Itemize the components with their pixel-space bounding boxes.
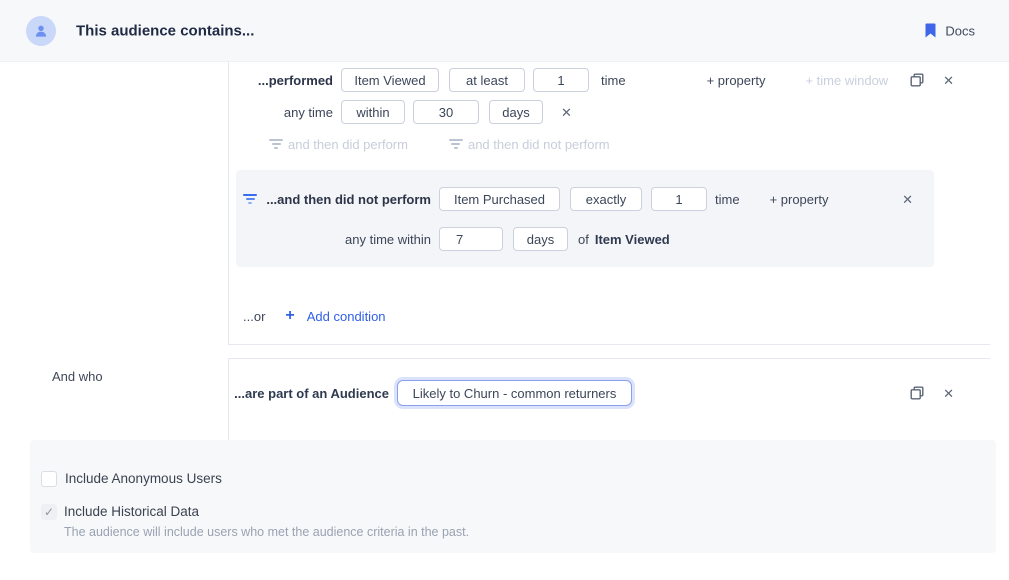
- include-anonymous-option[interactable]: Include Anonymous Users: [41, 471, 222, 487]
- close-icon[interactable]: ✕: [902, 193, 913, 206]
- historical-text-group: Include Historical Data The audience wil…: [64, 504, 469, 539]
- header: This audience contains... Docs: [0, 0, 1009, 62]
- subcondition-row1: ...and then did not perform Item Purchas…: [236, 170, 934, 211]
- time-window-row: any time within days ✕: [229, 100, 990, 124]
- subcondition-row2: any time within days of Item Viewed: [236, 227, 934, 251]
- avatar: [26, 16, 56, 46]
- filter-icon: [269, 139, 283, 149]
- include-historical-label: Include Historical Data: [64, 504, 469, 520]
- audience-select-input[interactable]: [397, 380, 632, 406]
- window-unit-select[interactable]: days: [489, 100, 543, 124]
- bookmark-icon: [925, 24, 936, 38]
- include-historical-description: The audience will include users who met …: [64, 525, 469, 539]
- checkbox-unchecked-icon[interactable]: [41, 471, 57, 487]
- of-label: of: [578, 232, 589, 247]
- count-input[interactable]: [533, 68, 589, 92]
- audience-condition-card: ...are part of an Audience ✕: [228, 358, 990, 440]
- audience-row-label: ...are part of an Audience: [229, 386, 389, 401]
- close-icon[interactable]: ✕: [943, 387, 954, 400]
- subcondition-block: ...and then did not perform Item Purchas…: [236, 170, 934, 267]
- or-row: ...or + Add condition: [229, 308, 990, 324]
- of-event: Item Viewed: [595, 232, 670, 247]
- add-time-window-button: + time window: [805, 73, 888, 88]
- sequence-option-label: and then did perform: [288, 137, 408, 152]
- close-icon[interactable]: ✕: [561, 106, 572, 119]
- duplicate-icon[interactable]: [910, 386, 924, 400]
- or-label: ...or: [243, 309, 265, 324]
- sub-window-unit-select[interactable]: days: [513, 227, 568, 251]
- add-property-button[interactable]: + property: [707, 73, 766, 88]
- person-icon: [33, 23, 49, 39]
- audience-row: ...are part of an Audience ✕: [229, 380, 990, 406]
- add-condition-button[interactable]: Add condition: [307, 309, 386, 324]
- time-window-label: any time: [229, 105, 333, 120]
- sub-count-input[interactable]: [651, 187, 707, 211]
- and-who-label: And who: [52, 369, 103, 384]
- window-value-input[interactable]: [413, 100, 479, 124]
- sequence-option-label: and then did not perform: [468, 137, 610, 152]
- performed-row: ...performed Item Viewed at least time +…: [229, 68, 990, 92]
- filter-icon: [449, 139, 463, 149]
- checkmark-icon[interactable]: ✓: [41, 504, 57, 520]
- docs-label: Docs: [945, 23, 975, 38]
- add-property-button[interactable]: + property: [770, 192, 829, 207]
- subcondition-label: ...and then did not perform: [266, 192, 431, 207]
- row-actions: ✕: [910, 386, 954, 400]
- include-anonymous-label: Include Anonymous Users: [65, 471, 222, 487]
- sub-time-label: any time within: [236, 232, 431, 247]
- sub-operator-select[interactable]: exactly: [570, 187, 642, 211]
- count-suffix: time: [601, 73, 626, 88]
- sub-event-select[interactable]: Item Purchased: [439, 187, 560, 211]
- sub-count-suffix: time: [715, 192, 740, 207]
- operator-select[interactable]: at least: [449, 68, 525, 92]
- docs-link[interactable]: Docs: [925, 23, 975, 38]
- page-title: This audience contains...: [76, 22, 254, 39]
- add-then-did-not-perform[interactable]: and then did not perform: [449, 137, 610, 152]
- sequence-options-row: and then did perform and then did not pe…: [229, 136, 990, 152]
- close-icon[interactable]: ✕: [943, 74, 954, 87]
- performed-label: ...performed: [229, 73, 333, 88]
- options-panel: Include Anonymous Users ✓ Include Histor…: [30, 440, 996, 553]
- duplicate-icon[interactable]: [910, 73, 924, 87]
- condition-card: ...performed Item Viewed at least time +…: [228, 62, 990, 345]
- include-historical-option[interactable]: ✓ Include Historical Data The audience w…: [41, 504, 469, 539]
- sub-window-value-input[interactable]: [439, 227, 503, 251]
- plus-icon[interactable]: +: [285, 308, 294, 324]
- subcondition-label-group: ...and then did not perform: [236, 192, 431, 207]
- row-actions: ✕: [910, 73, 954, 87]
- add-then-did-perform[interactable]: and then did perform: [269, 137, 408, 152]
- within-select[interactable]: within: [341, 100, 405, 124]
- event-select[interactable]: Item Viewed: [341, 68, 439, 92]
- filter-icon: [243, 194, 257, 204]
